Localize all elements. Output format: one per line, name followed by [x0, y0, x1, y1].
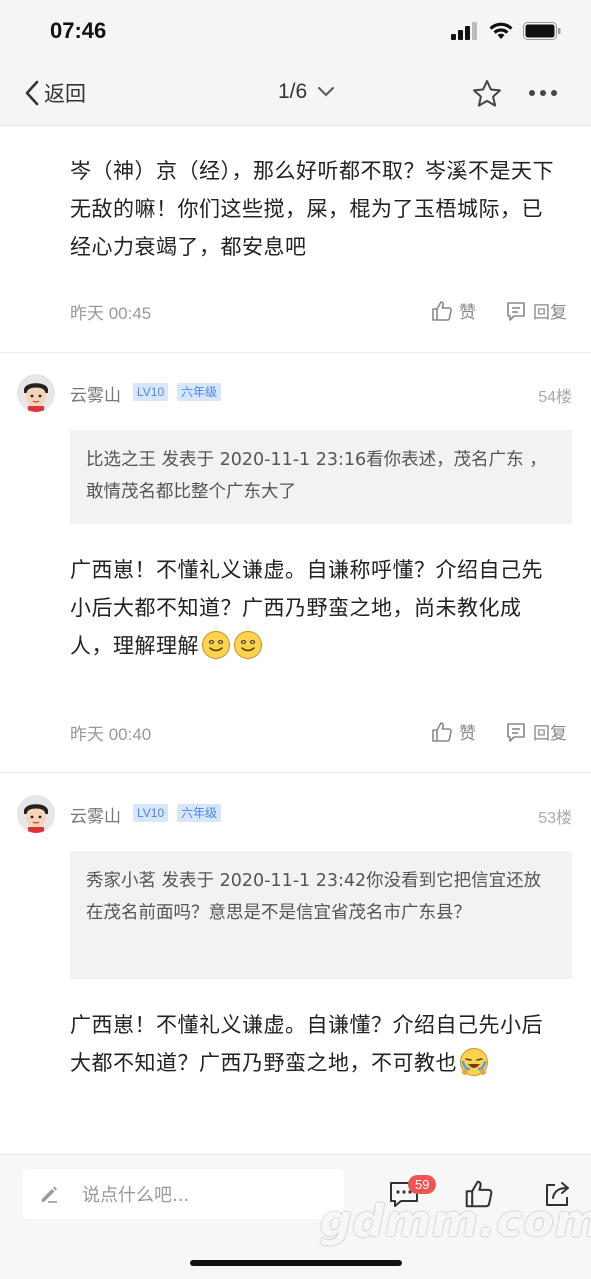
username[interactable]: 云雾山	[70, 381, 121, 406]
back-label: 返回	[44, 82, 86, 106]
home-indicator	[190, 1260, 402, 1266]
smile-emoji	[202, 631, 230, 659]
page-selector[interactable]: 1/6	[278, 80, 335, 104]
floor-number: 53楼	[538, 810, 572, 827]
reply-label: 回复	[533, 303, 567, 323]
quote-block: 比选之王 发表于 2020-11-1 23:16看你表述，茂名广东 ，敢情茂名都…	[70, 430, 572, 524]
wifi-icon	[489, 22, 513, 39]
reply-button[interactable]: 回复	[505, 719, 567, 744]
username[interactable]: 云雾山	[70, 802, 121, 827]
reply-icon	[507, 301, 525, 321]
back-icon	[25, 80, 39, 106]
input-placeholder: 说点什么吧...	[82, 1185, 190, 1206]
status-time: 07:46	[50, 18, 107, 43]
grade-badge: 六年级	[177, 804, 222, 822]
chevron-down-icon	[318, 87, 335, 97]
like-label: 赞	[459, 303, 476, 323]
like-icon	[432, 721, 452, 742]
like-button[interactable]: 赞	[431, 298, 476, 323]
status-bar: 07:46	[0, 0, 591, 64]
level-badge: LV10	[133, 383, 169, 401]
edit-icon	[41, 1186, 57, 1203]
post-content: 广西崽！不懂礼义谦虚。自谦称呼懂？介绍自己先小后大都不知道？广西乃野蛮之地，尚未…	[70, 551, 560, 665]
more-icon[interactable]	[529, 90, 557, 96]
like-label: 赞	[459, 724, 476, 744]
quote-block: 秀家小茗 发表于 2020-11-1 23:42你没看到它把信宜还放在茂名前面吗…	[70, 851, 572, 979]
watermark: gdmm.com	[320, 1196, 591, 1247]
level-badge: LV10	[133, 804, 169, 822]
like-icon	[432, 300, 452, 321]
reply-label: 回复	[533, 724, 567, 744]
divider	[0, 352, 591, 353]
avatar[interactable]	[17, 374, 55, 412]
floor-number: 54楼	[538, 389, 572, 406]
comment-count-badge: 59	[408, 1175, 437, 1194]
post-text: 广西崽！不懂礼义谦虚。自谦称呼懂？介绍自己先小后大都不知道？广西乃野蛮之地，尚未…	[70, 558, 543, 658]
divider	[0, 772, 591, 773]
system-icons	[451, 22, 561, 40]
post-content: 岑（神）京（经），那么好听都不取？岑溪不是天下无敌的嘛！你们这些搅，屎，棍为了玉…	[70, 159, 554, 259]
reply-button[interactable]: 回复	[505, 298, 567, 323]
nav-bar: 返回 1/6	[0, 64, 591, 126]
signal-icon	[451, 22, 477, 40]
post-time: 昨天 00:40	[70, 725, 152, 744]
comment-input[interactable]: 说点什么吧...	[22, 1169, 344, 1219]
page-indicator: 1/6	[278, 80, 308, 103]
reply-icon	[507, 722, 525, 742]
star-icon[interactable]	[471, 78, 503, 110]
like-button[interactable]: 赞	[431, 719, 476, 744]
smile-emoji	[234, 631, 262, 659]
avatar[interactable]	[17, 795, 55, 833]
grade-badge: 六年级	[177, 383, 222, 401]
battery-icon	[523, 22, 561, 40]
cry-laugh-emoji	[460, 1048, 488, 1076]
post-time: 昨天 00:45	[70, 304, 152, 323]
post-content: 广西崽！不懂礼义谦虚。自谦懂？介绍自己先小后大都不知道？广西乃野蛮之地，不可教也	[70, 1006, 560, 1082]
back-button[interactable]: 返回	[24, 78, 86, 108]
